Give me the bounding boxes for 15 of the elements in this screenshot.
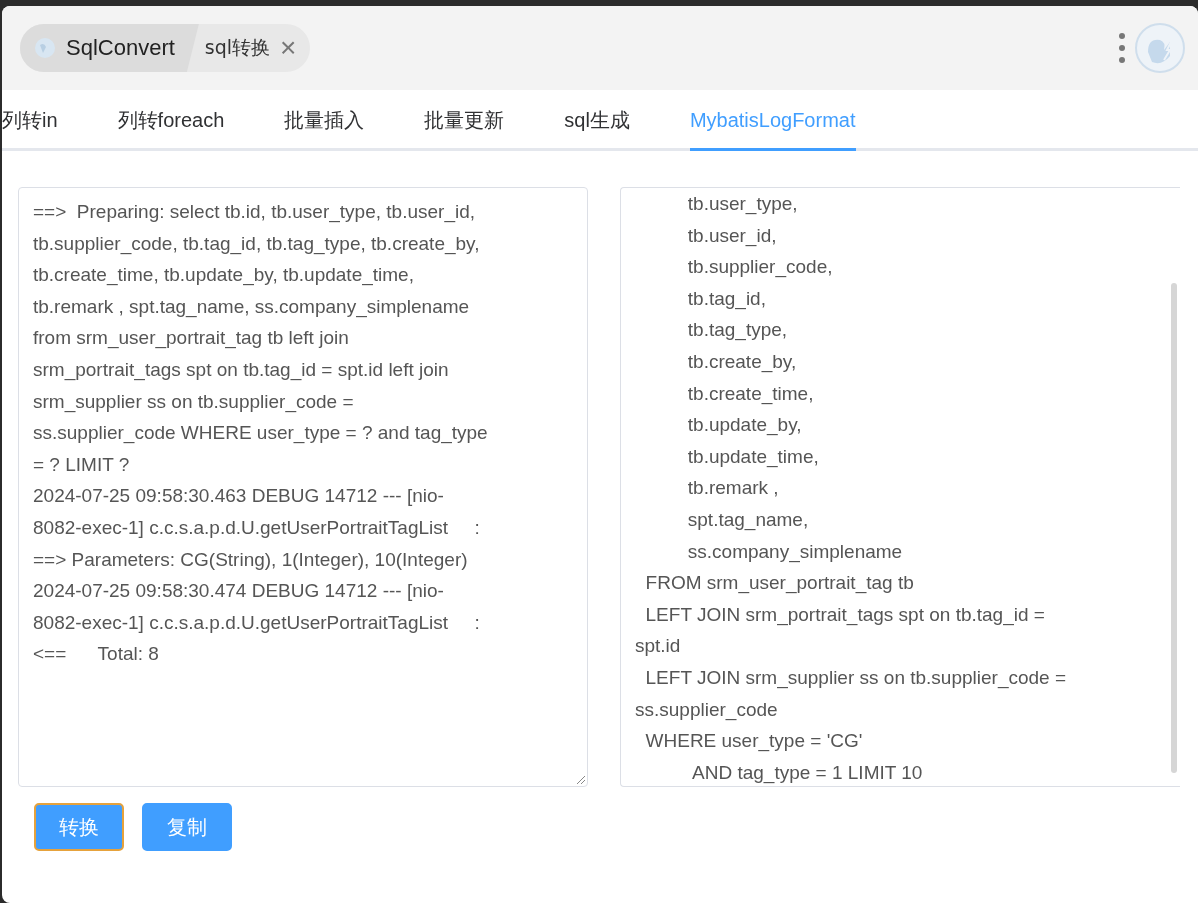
bird-logo-icon: [1134, 22, 1186, 74]
tab[interactable]: sql生成: [564, 93, 630, 151]
tab[interactable]: 批量插入: [284, 93, 365, 151]
globe-icon: [34, 37, 56, 59]
tab[interactable]: 列转in: [2, 93, 58, 151]
input-field[interactable]: ==> Preparing: select tb.id, tb.user_type, tb.user_id, tb.supplier_code, tb.tag_id, tb.tag_type, tb.create_by, tb.create_time, tb.update_by, tb.update_time, tb.remark , spt.tag_name, ss.company_simplename from srm_user_portrait_tag tb left join srm_portrait_tags spt on tb.tag_id = spt.id left join srm_supplier ss on tb.supplier_code = ss.supplier_code WHERE user_type = ? and tag_type = ? LIMIT ? 2024-07-25 09:58:30.463 DEBUG 14712 --- [nio- 8082-exec-1] c.c.s.a.p.d.U.getUserPortraitTagList : ==> Parameters: CG(String), 1(Integer), 10(Integer) 2024-07-25 09:58:30.474 DEBUG 14712 --- [nio- 8082-exec-1] c.c.s.a.p.d.U.getUserPortraitTagList : <== Total: 8: [18, 187, 588, 787]
tab[interactable]: 列转foreach: [117, 93, 225, 151]
tab-title: sql转换: [204, 35, 271, 60]
resize-handle-icon[interactable]: [576, 775, 586, 785]
scrollbar[interactable]: [1171, 283, 1177, 773]
app-name: SqlConvert: [66, 35, 175, 61]
close-button[interactable]: ×: [270, 34, 311, 62]
more-icon[interactable]: [1118, 33, 1126, 63]
output-field[interactable]: tb.user_type, tb.user_id, tb.supplier_code, tb.tag_id, tb.tag_type, tb.create_by, tb.create_time, tb.update_by, tb.update_time, tb.remark , spt.tag_name, ss.company_simplename FROM srm_user_portrait_tag tb LEFT JOIN srm_portrait_tags spt on tb.tag_id = spt.id LEFT JOIN srm_supplier ss on tb.supplier_code = ss.supplier_code WHERE user_type = 'CG' AND tag_type = 1 LIMIT 10: [620, 187, 1180, 787]
tab[interactable]: 批量更新: [424, 93, 505, 151]
